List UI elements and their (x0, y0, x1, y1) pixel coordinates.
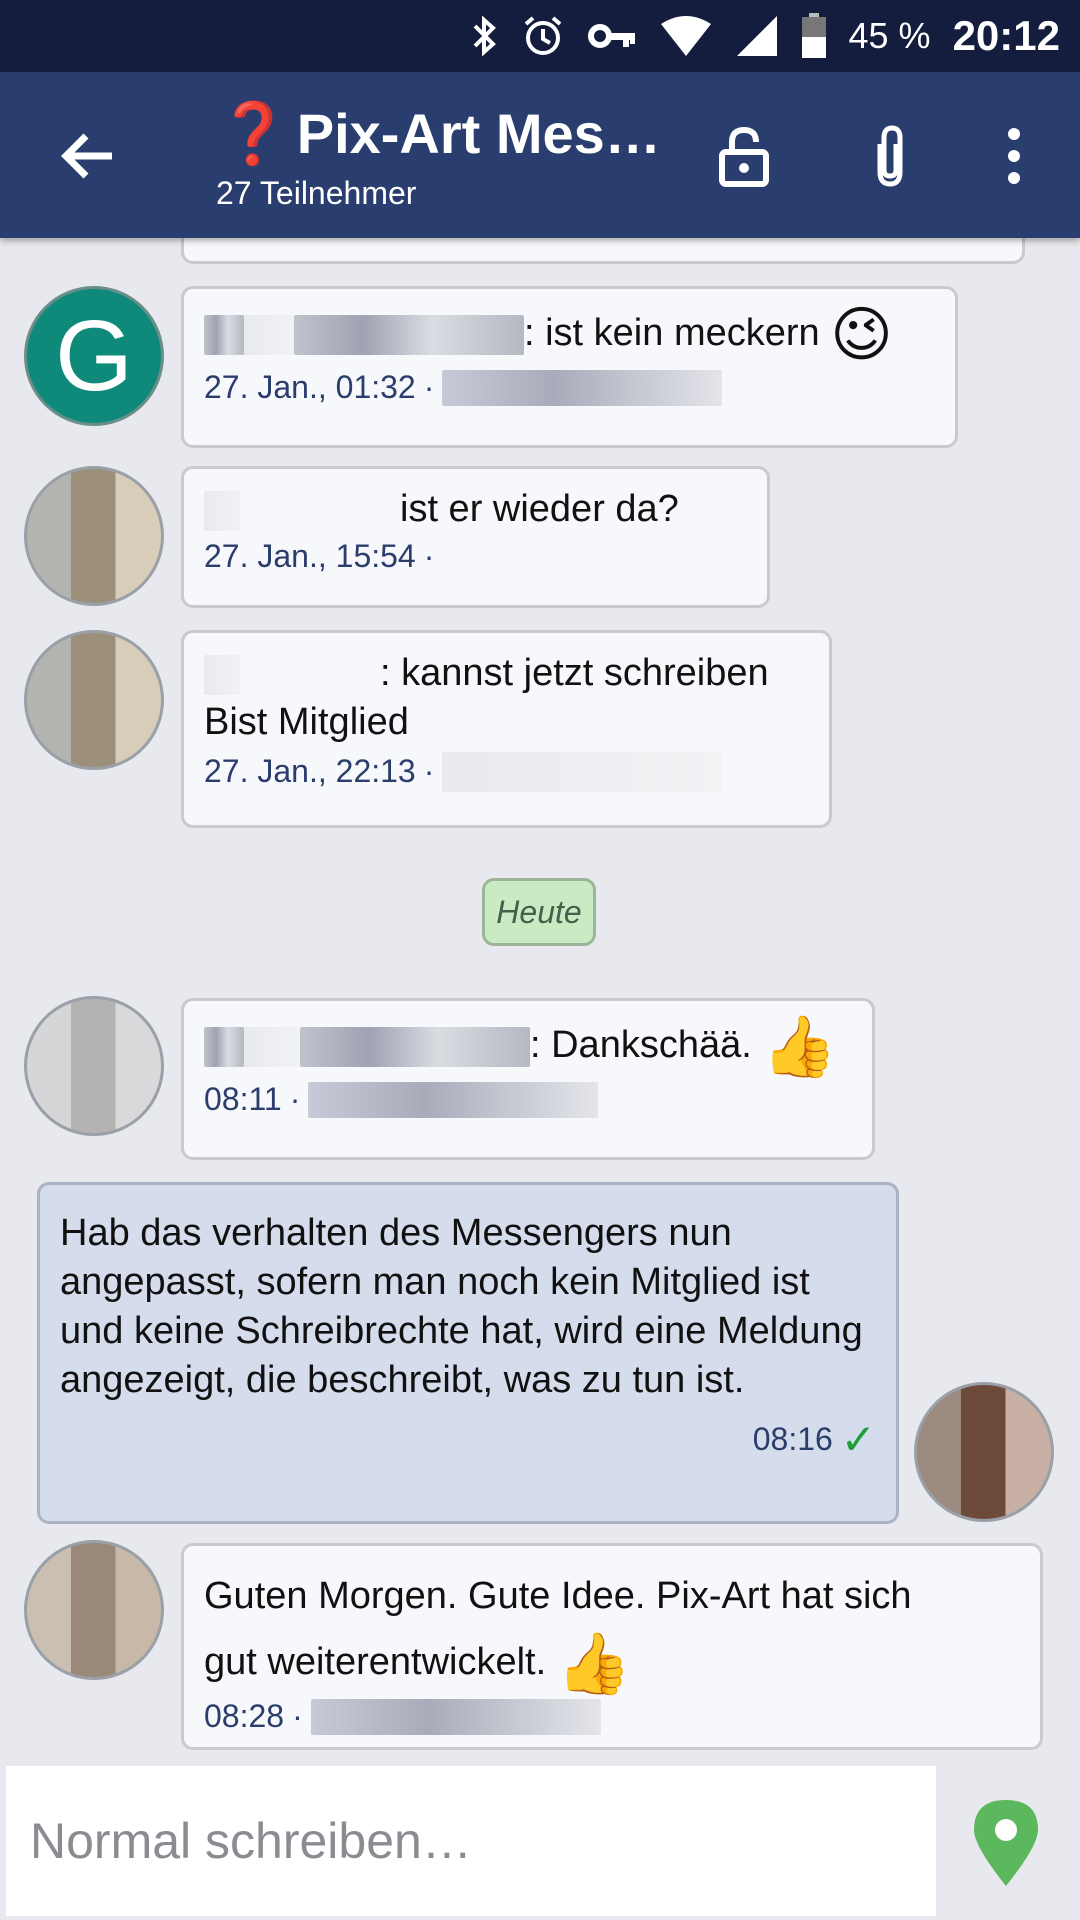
redacted-name (204, 315, 244, 355)
compose-bar: Normal schreiben… (0, 1766, 1080, 1920)
status-clock: 20:12 (952, 12, 1060, 59)
own-message-bubble[interactable]: Hab das verhalten des Messengers nun ang… (37, 1182, 899, 1524)
avatar[interactable] (24, 1540, 164, 1680)
redacted-name (300, 1027, 530, 1067)
message-bubble[interactable]: ist er wieder da? 27. Jan., 15:54 · (181, 466, 770, 608)
back-arrow-icon[interactable] (52, 120, 124, 192)
day-separator: Heute (482, 878, 596, 946)
message-bubble[interactable]: : ist kein meckern 😉 27. Jan., 01:32 · (181, 286, 958, 448)
question-mark-icon: ❓ (216, 100, 291, 167)
message-list[interactable]: G : ist kein meckern 😉 27. Jan., 01:32 ·… (0, 238, 1080, 1766)
meta-separator: · (423, 369, 435, 405)
participant-count: 27 Teilnehmer (216, 175, 417, 211)
redacted-sender (310, 1698, 601, 1735)
message-timestamp: 08:16 (752, 1421, 833, 1457)
redacted-name (294, 315, 524, 355)
avatar[interactable] (24, 466, 164, 606)
message-text-line2: Bist Mitglied (204, 701, 409, 744)
redacted-name (204, 1027, 244, 1067)
message-bubble-partial[interactable] (181, 238, 1025, 264)
message-timestamp: 08:11 (204, 1081, 282, 1117)
message-timestamp: 08:28 (204, 1698, 285, 1734)
thumbs-up-emoji: 👍 (762, 1013, 838, 1080)
own-avatar[interactable] (914, 1382, 1054, 1522)
meta-separator: · (423, 753, 435, 790)
redacted-sender (442, 369, 723, 406)
chat-header[interactable]: ❓ Pix-Art Mes… 27 Teilnehmer (216, 98, 666, 212)
vpn-key-icon (587, 24, 635, 48)
attachment-icon[interactable] (858, 124, 922, 188)
alarm-icon (524, 16, 561, 55)
message-text: Hab das verhalten des Messengers nun ang… (60, 1212, 863, 1401)
meta-separator: · (289, 1081, 301, 1117)
bluetooth-icon (473, 15, 496, 57)
message-bubble[interactable]: Guten Morgen. Gute Idee. Pix-Art hat sic… (181, 1543, 1043, 1750)
battery-icon (801, 13, 826, 58)
message-timestamp: 27. Jan., 01:32 (204, 369, 416, 405)
message-timestamp: 27. Jan., 22:13 (204, 753, 416, 790)
thumbs-up-emoji: 👍 (556, 1629, 632, 1697)
message-input[interactable]: Normal schreiben… (6, 1766, 936, 1916)
redacted-name (204, 490, 240, 531)
message-text-line1: : kannst jetzt schreiben (380, 652, 769, 694)
meta-separator: · (423, 538, 435, 575)
avatar[interactable] (24, 996, 164, 1136)
chat-title: Pix-Art Mes… (296, 102, 661, 165)
avatar[interactable]: G (24, 286, 164, 426)
message-bubble[interactable]: : Dankschää. 👍 08:11 · (181, 998, 875, 1160)
signal-icon (736, 16, 777, 56)
delivered-check-icon: ✓ (840, 1416, 876, 1463)
winking-face-emoji: 😉 (830, 301, 893, 368)
message-text: : ist kein meckern (524, 312, 820, 355)
avatar[interactable] (24, 630, 164, 770)
message-text: : Dankschää. (530, 1024, 752, 1067)
lock-open-icon[interactable] (712, 124, 776, 188)
more-options-icon[interactable] (982, 124, 1046, 188)
message-timestamp: 27. Jan., 15:54 (204, 538, 416, 575)
message-text-line1: Guten Morgen. Gute Idee. Pix-Art hat sic… (204, 1575, 912, 1617)
meta-separator: · (292, 1698, 303, 1734)
redacted-name (204, 654, 240, 695)
location-pin-icon[interactable] (970, 1796, 1042, 1888)
battery-percentage: 45 % (848, 15, 931, 56)
message-text-line2: gut weiterentwickelt. (204, 1641, 547, 1683)
message-bubble[interactable]: : kannst jetzt schreiben Bist Mitglied 2… (181, 630, 832, 828)
status-bar: 45 % 20:12 (0, 0, 1080, 72)
app-bar: ❓ Pix-Art Mes… 27 Teilnehmer (0, 72, 1080, 238)
avatar-letter: G (55, 299, 133, 412)
message-text: ist er wieder da? (400, 488, 679, 530)
wifi-icon (660, 16, 711, 56)
redacted-sender (308, 1081, 599, 1118)
redacted-sender (442, 751, 723, 792)
